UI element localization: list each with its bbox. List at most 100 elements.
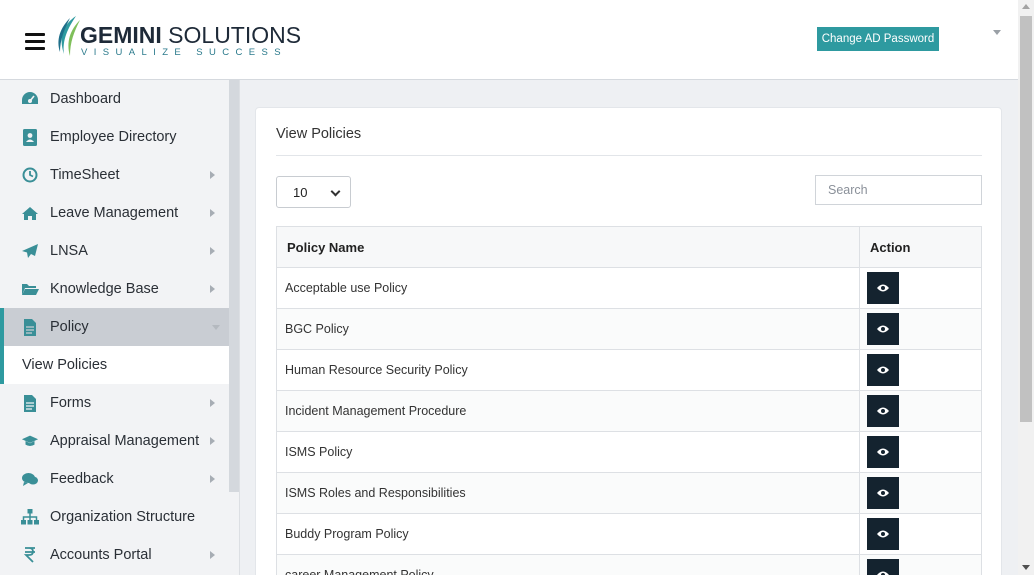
table-header-row: Policy Name Action [276, 226, 982, 268]
chevron-right-icon [210, 171, 215, 179]
sidebar-item-organization-structure[interactable]: Organization Structure [0, 498, 229, 536]
chevron-right-icon [210, 285, 215, 293]
table-row: career Management Policy [276, 554, 982, 575]
sidebar-item-timesheet[interactable]: TimeSheet [0, 156, 229, 194]
folder-open-icon [21, 280, 39, 298]
comments-icon [21, 470, 39, 488]
view-policy-button[interactable] [867, 354, 899, 386]
clock-icon [21, 166, 39, 184]
sidebar-item-label: Leave Management [50, 205, 179, 221]
column-header-policy-name[interactable]: Policy Name [276, 226, 860, 268]
view-policy-button[interactable] [867, 272, 899, 304]
table-row: Acceptable use Policy [276, 267, 982, 309]
chevron-right-icon [210, 399, 215, 407]
policy-name-cell: Incident Management Procedure [276, 390, 860, 432]
table-row: ISMS Roles and Responsibilities [276, 472, 982, 514]
sidebar-item-leave-management[interactable]: Leave Management [0, 194, 229, 232]
sidebar-scrollbar[interactable] [229, 80, 239, 492]
file-icon [21, 318, 39, 336]
policies-table: Policy Name Action Acceptable use Policy… [276, 226, 982, 575]
chevron-right-icon [210, 551, 215, 559]
action-cell [859, 554, 982, 575]
sidebar-item-label: LNSA [50, 243, 88, 259]
column-header-action: Action [859, 226, 982, 268]
sidebar-subitem-label: View Policies [22, 357, 108, 373]
logo-title-bold: GEMINI [80, 22, 162, 48]
page-length-value: 10 [293, 185, 308, 200]
eye-icon [877, 366, 889, 374]
eye-icon [877, 571, 889, 575]
sidebar: Dashboard Employee Directory TimeSheet L… [0, 80, 240, 575]
view-policy-button[interactable] [867, 436, 899, 468]
company-logo[interactable]: GEMINI SOLUTIONS VISUALIZE SUCCESS [54, 14, 301, 60]
eye-icon [877, 530, 889, 538]
eye-icon [877, 284, 889, 292]
sidebar-item-accounts-portal[interactable]: Accounts Portal [0, 536, 229, 574]
view-policy-button[interactable] [867, 395, 899, 427]
scrollbar-thumb[interactable] [1020, 16, 1032, 422]
sidebar-item-label: Accounts Portal [50, 547, 152, 563]
chevron-right-icon [210, 209, 215, 217]
scroll-down-arrow-icon[interactable] [1022, 565, 1030, 570]
sidebar-item-policy[interactable]: Policy [0, 308, 229, 346]
logo-title: GEMINI SOLUTIONS [80, 22, 301, 49]
policy-name-cell: Acceptable use Policy [276, 267, 860, 309]
file-text-icon [21, 394, 39, 412]
sidebar-item-dashboard[interactable]: Dashboard [0, 80, 229, 118]
table-row: Incident Management Procedure [276, 390, 982, 432]
sidebar-item-label: Knowledge Base [50, 281, 159, 297]
table-row: ISMS Policy [276, 431, 982, 473]
sidebar-item-label: Appraisal Management [50, 433, 200, 449]
logo-title-rest: SOLUTIONS [161, 22, 302, 48]
sidebar-item-lnsa[interactable]: LNSA [0, 232, 229, 270]
sidebar-item-appraisal-management[interactable]: Appraisal Management [0, 422, 229, 460]
chevron-right-icon [210, 247, 215, 255]
sidebar-item-label: Organization Structure [50, 509, 196, 525]
dashboard-icon [21, 90, 39, 108]
view-policy-button[interactable] [867, 313, 899, 345]
rupee-icon [21, 546, 39, 564]
graduation-cap-icon [21, 432, 39, 450]
chevron-right-icon [210, 437, 215, 445]
action-cell [859, 513, 982, 555]
chevron-right-icon [210, 475, 215, 483]
sidebar-item-knowledge-base[interactable]: Knowledge Base [0, 270, 229, 308]
sitemap-icon [21, 508, 39, 526]
user-menu-caret-icon[interactable] [993, 30, 1001, 35]
action-cell [859, 267, 982, 309]
view-policy-button[interactable] [867, 477, 899, 509]
policy-name-cell: career Management Policy [276, 554, 860, 575]
sidebar-item-feedback[interactable]: Feedback [0, 460, 229, 498]
home-icon [21, 204, 39, 222]
page-title: View Policies [276, 126, 362, 142]
eye-icon [877, 489, 889, 497]
sidebar-item-label: Employee Directory [50, 129, 177, 145]
eye-icon [877, 407, 889, 415]
eye-icon [877, 448, 889, 456]
action-cell [859, 349, 982, 391]
hamburger-menu-icon[interactable] [25, 33, 45, 50]
search-input[interactable] [815, 175, 982, 205]
view-policy-button[interactable] [867, 559, 899, 575]
address-book-icon [21, 128, 39, 146]
sidebar-item-forms[interactable]: Forms [0, 384, 229, 422]
sidebar-item-label: TimeSheet [50, 167, 120, 183]
top-header: GEMINI SOLUTIONS VISUALIZE SUCCESS Chang… [0, 0, 1018, 80]
page-length-select[interactable]: 10 [276, 176, 351, 208]
sidebar-item-label: Dashboard [50, 91, 121, 107]
policies-card: View Policies 10 Policy Name Action Acce… [255, 107, 1002, 575]
scroll-up-arrow-icon[interactable] [1022, 4, 1030, 9]
sidebar-item-label: Forms [50, 395, 92, 411]
sidebar-subitem-view-policies[interactable]: View Policies [0, 346, 229, 384]
view-policy-button[interactable] [867, 518, 899, 550]
action-cell [859, 472, 982, 514]
eye-icon [877, 325, 889, 333]
sidebar-item-label: Policy [50, 319, 89, 335]
logo-tagline: VISUALIZE SUCCESS [81, 47, 287, 58]
change-ad-password-button[interactable]: Change AD Password [817, 27, 939, 51]
page-scrollbar[interactable] [1018, 0, 1034, 575]
sidebar-item-employee-directory[interactable]: Employee Directory [0, 118, 229, 156]
table-row: Buddy Program Policy [276, 513, 982, 555]
chevron-down-icon [330, 186, 341, 197]
action-cell [859, 308, 982, 350]
